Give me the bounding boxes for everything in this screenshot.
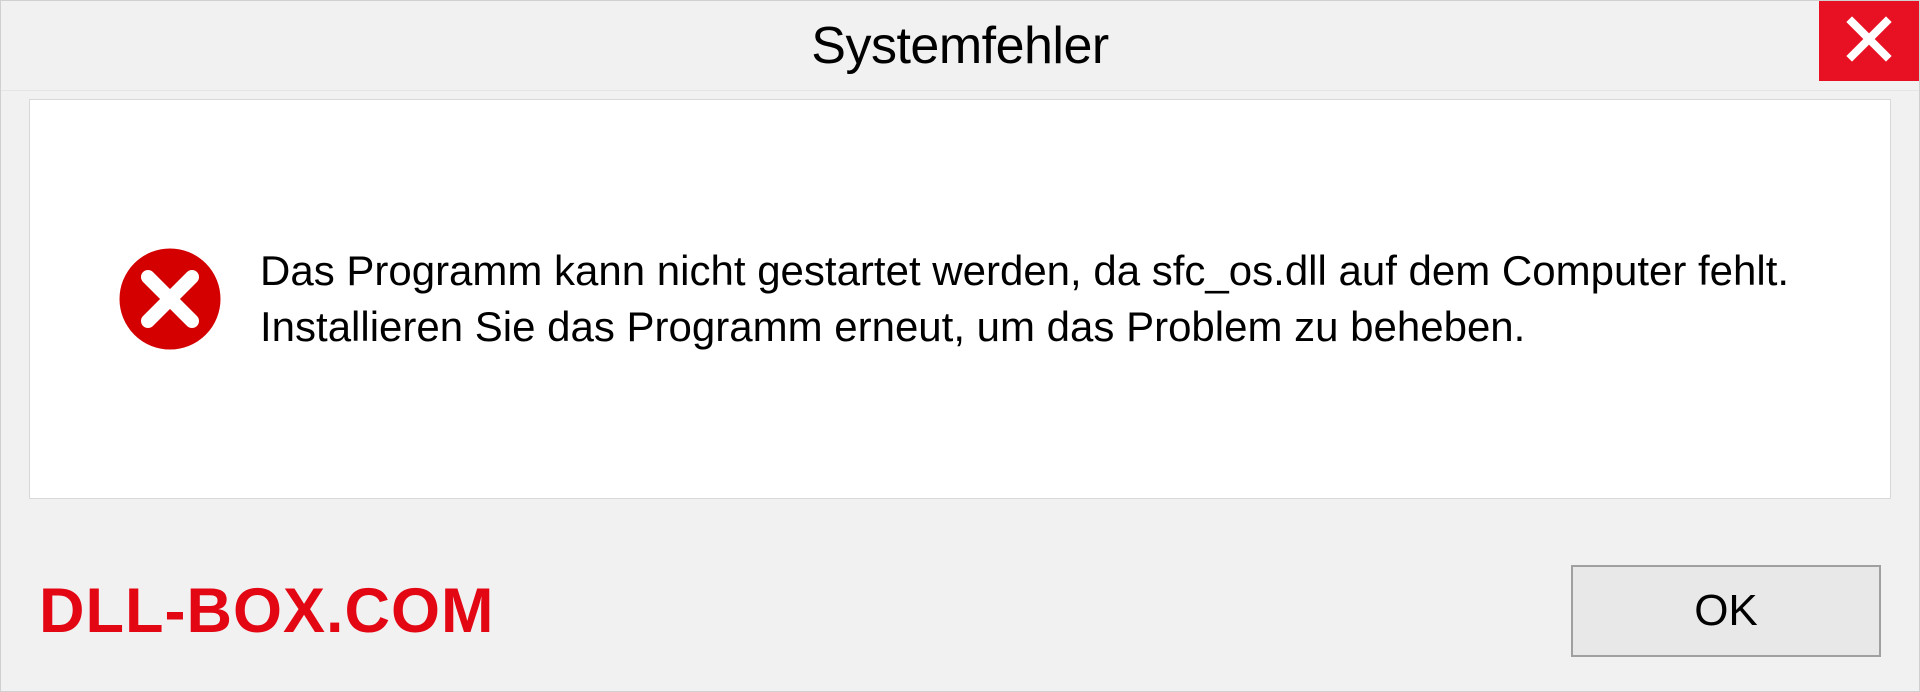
error-message: Das Programm kann nicht gestartet werden… [260, 243, 1850, 355]
watermark-text: DLL-BOX.COM [39, 575, 494, 647]
titlebar: Systemfehler [1, 1, 1919, 91]
dialog-footer: DLL-BOX.COM OK [1, 531, 1919, 691]
error-dialog: Systemfehler Das Programm kann nicht ges… [0, 0, 1920, 692]
content-area: Das Programm kann nicht gestartet werden… [29, 99, 1891, 499]
close-button[interactable] [1819, 1, 1919, 81]
error-icon [115, 244, 225, 354]
ok-button[interactable]: OK [1571, 565, 1881, 657]
dialog-title: Systemfehler [811, 16, 1108, 76]
close-icon [1846, 16, 1892, 67]
